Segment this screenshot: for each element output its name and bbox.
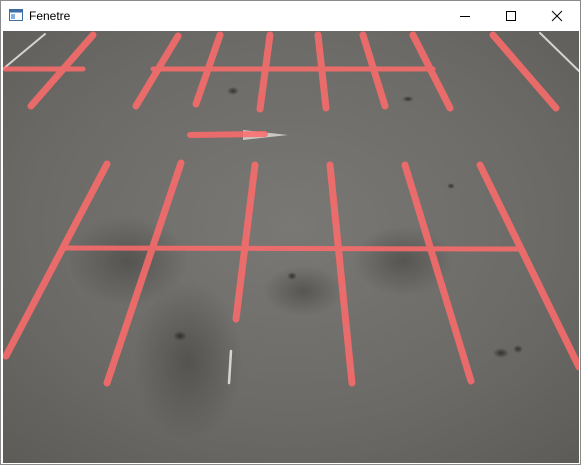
app-icon (9, 9, 23, 21)
image-canvas[interactable] (3, 31, 579, 463)
title-bar[interactable]: Fenetre (1, 1, 580, 31)
minimize-button[interactable] (442, 1, 488, 31)
close-icon (551, 10, 563, 22)
close-button[interactable] (534, 1, 580, 31)
maximize-button[interactable] (488, 1, 534, 31)
opencv-window: Fenetre (0, 0, 581, 465)
maximize-icon (506, 11, 516, 21)
parking-lot-image (3, 31, 579, 463)
minimize-icon (460, 16, 470, 17)
window-title: Fenetre (29, 9, 71, 23)
